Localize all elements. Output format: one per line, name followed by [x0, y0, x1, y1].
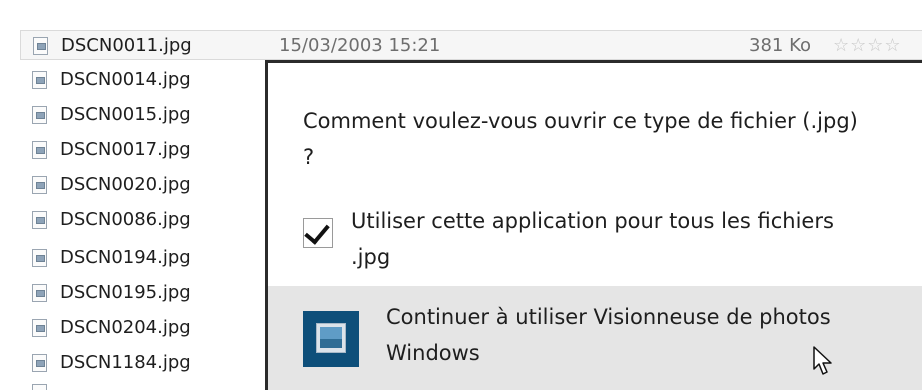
- open-with-dialog: Comment voulez-vous ouvrir ce type de fi…: [265, 60, 922, 390]
- file-name: DSCN0017.jpg: [60, 139, 191, 160]
- file-name: DSCN0194.jpg: [60, 247, 191, 268]
- photo-landscape: [320, 339, 342, 348]
- dialog-question: Comment voulez-vous ouvrir ce type de fi…: [303, 109, 858, 169]
- jpg-file-icon: [32, 106, 47, 124]
- file-row-selected[interactable]: DSCN0011.jpg 15/03/2003 15:21 381 Ko ☆☆☆…: [20, 30, 922, 60]
- jpg-file-icon: [32, 71, 47, 89]
- jpg-file-icon: [32, 211, 47, 229]
- file-name: DSCN0086.jpg: [60, 209, 191, 230]
- jpg-file-icon: [32, 354, 47, 372]
- file-name: DSCN1184.jpg: [60, 352, 191, 373]
- jpg-file-icon: [33, 37, 48, 55]
- photo-viewer-option[interactable]: Continuer à utiliser Visionneuse de phot…: [268, 286, 922, 390]
- checkbox-label: Utiliser cette application pour tous les…: [351, 209, 834, 269]
- check-mark-icon: [304, 218, 330, 245]
- file-name: DSCN0015.jpg: [60, 104, 191, 125]
- file-name: DSCN0204.jpg: [60, 317, 191, 338]
- partial-file-icon: [32, 384, 47, 390]
- option-label: Continuer à utiliser Visionneuse de phot…: [386, 305, 831, 365]
- file-name: DSCN0011.jpg: [61, 35, 192, 56]
- file-date: 15/03/2003 15:21: [279, 35, 441, 56]
- photo-viewer-icon: [303, 311, 359, 367]
- jpg-file-icon: [32, 319, 47, 337]
- jpg-file-icon: [32, 176, 47, 194]
- file-name: DSCN0195.jpg: [60, 282, 191, 303]
- jpg-file-icon: [32, 284, 47, 302]
- file-name: DSCN0020.jpg: [60, 174, 191, 195]
- mouse-cursor-icon: [813, 346, 832, 375]
- file-name: DSCN0014.jpg: [60, 69, 191, 90]
- always-use-checkbox-row[interactable]: Utiliser cette application pour tous les…: [303, 203, 883, 275]
- screen: DSCN0011.jpg 15/03/2003 15:21 381 Ko ☆☆☆…: [0, 0, 922, 390]
- photo-frame: [316, 323, 346, 353]
- file-size: 381 Ko: [749, 35, 811, 56]
- jpg-file-icon: [32, 249, 47, 267]
- star-rating[interactable]: ☆☆☆☆: [833, 31, 902, 61]
- jpg-file-icon: [32, 141, 47, 159]
- always-use-checkbox[interactable]: [303, 218, 333, 248]
